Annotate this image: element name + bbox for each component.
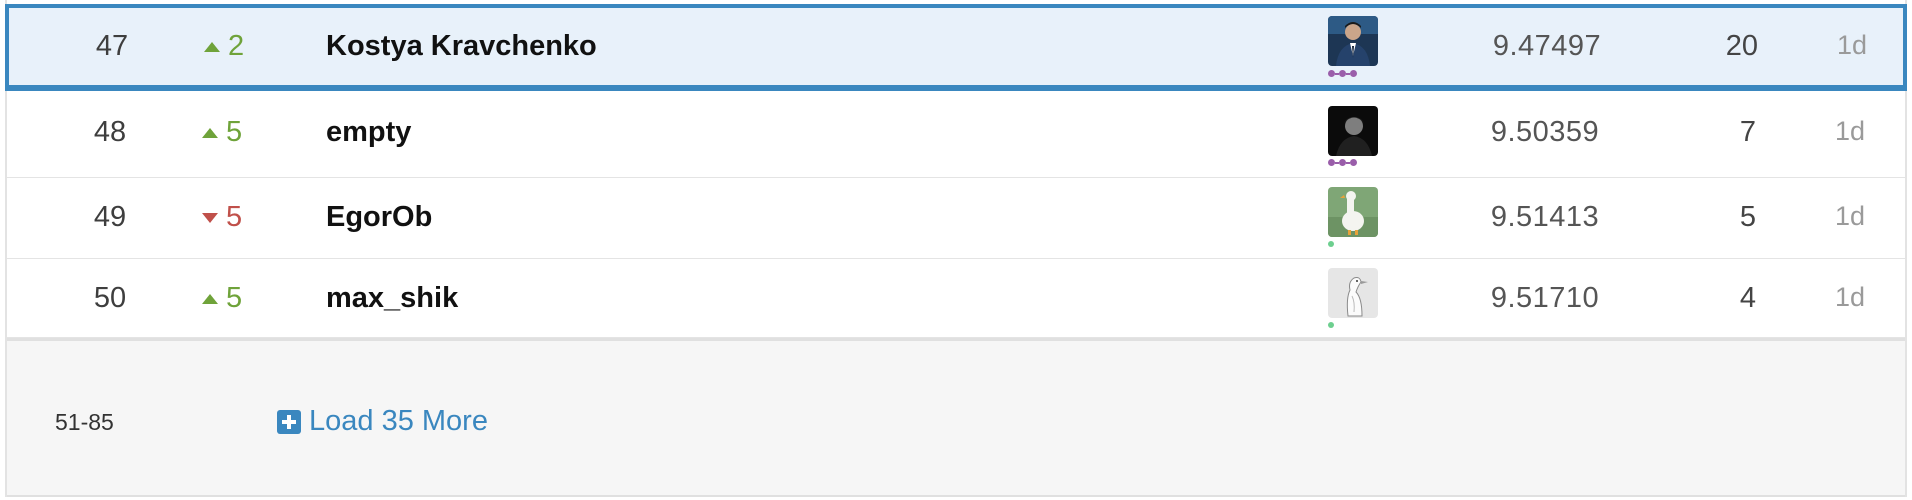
- avatar[interactable]: [1328, 187, 1378, 237]
- range-label: 51-85: [55, 409, 114, 435]
- load-more-label: Load 35 More: [309, 405, 488, 437]
- team-name[interactable]: max_shik: [326, 282, 458, 315]
- tier-indicator: [1328, 159, 1357, 166]
- table-row[interactable]: 50 5 max_shik 9.51710 4 1d: [7, 259, 1905, 338]
- entries-cell: 5: [1739, 201, 1756, 233]
- avatar[interactable]: [1328, 16, 1378, 66]
- rank-change: 5: [202, 201, 242, 234]
- rank-cell: 50: [93, 282, 127, 314]
- rank-cell: 49: [93, 201, 127, 233]
- tier-indicator: [1328, 70, 1357, 77]
- rank-cell: 47: [95, 30, 129, 62]
- entries-cell: 20: [1725, 30, 1758, 62]
- team-name[interactable]: EgorOb: [326, 201, 432, 234]
- rank-change: 2: [204, 30, 244, 63]
- entries-cell: 7: [1739, 116, 1756, 148]
- arrow-up-icon: [204, 41, 220, 52]
- last-submission: 1d: [1834, 282, 1865, 312]
- rank-change-value: 5: [226, 116, 243, 148]
- table-row[interactable]: 48 5 empty 9.50359 7 1d: [7, 93, 1905, 178]
- last-submission: 1d: [1836, 30, 1867, 60]
- last-submission: 1d: [1834, 201, 1865, 231]
- avatar[interactable]: [1328, 106, 1378, 156]
- table-footer: 51-85 Load 35 More: [7, 338, 1905, 497]
- avatar[interactable]: [1328, 268, 1378, 318]
- plus-icon: [277, 409, 301, 434]
- arrow-up-icon: [202, 127, 218, 138]
- tier-indicator: [1328, 322, 1334, 328]
- score-cell: 9.50359: [1490, 116, 1600, 148]
- last-submission: 1d: [1834, 116, 1865, 146]
- rank-change: 5: [202, 282, 242, 315]
- rank-cell: 48: [93, 116, 127, 148]
- score-cell: 9.51710: [1490, 282, 1600, 314]
- arrow-down-icon: [202, 212, 218, 223]
- team-name[interactable]: Kostya Kravchenko: [326, 30, 597, 63]
- tier-indicator: [1328, 241, 1334, 247]
- entries-cell: 4: [1739, 282, 1756, 314]
- rank-change: 5: [202, 116, 242, 149]
- table-row[interactable]: 47 2 Kostya Kravchenko 9.47497 20 1d: [5, 4, 1907, 91]
- rank-change-value: 5: [226, 282, 243, 314]
- table-row[interactable]: 49 5 EgorOb 9.51413 5 1d: [7, 178, 1905, 259]
- rank-change-value: 2: [228, 30, 245, 62]
- team-name[interactable]: empty: [326, 116, 411, 149]
- load-more-button[interactable]: Load 35 More: [277, 405, 488, 438]
- rank-change-value: 5: [226, 201, 243, 233]
- score-cell: 9.47497: [1492, 30, 1602, 62]
- leaderboard-table: 47 2 Kostya Kravchenko 9.47497 20 1d 48: [5, 0, 1907, 497]
- arrow-up-icon: [202, 293, 218, 304]
- score-cell: 9.51413: [1490, 201, 1600, 233]
